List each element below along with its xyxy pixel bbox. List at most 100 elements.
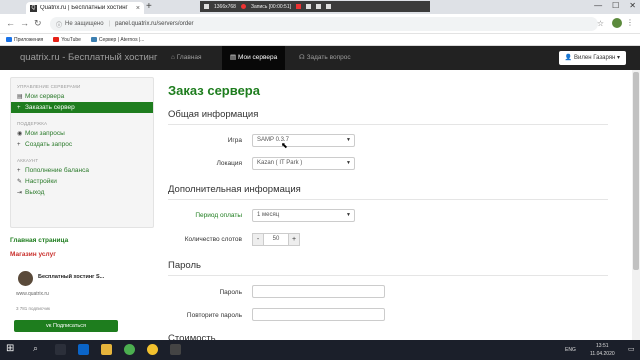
user-menu-button[interactable]: 👤 Вилен Газарян ▾ bbox=[558, 51, 626, 65]
tab-title: Quatrix.ru | Бесплатный хостинг bbox=[40, 5, 128, 11]
clock-time[interactable]: 13:51 bbox=[596, 343, 609, 349]
sidebar-item-label: Создать запрос bbox=[25, 141, 73, 148]
camera-icon[interactable] bbox=[316, 4, 322, 9]
nav-ask-label: Задать вопрос bbox=[306, 54, 351, 61]
edge-icon[interactable] bbox=[78, 344, 89, 355]
bookmark-apps[interactable]: Приложения bbox=[6, 37, 43, 43]
subscribe-button[interactable]: ᴠᴋ Подписаться bbox=[14, 320, 118, 332]
sidebar-heading-servers: УПРАВЛЕНИЕ СЕРВЕРАМИ bbox=[17, 84, 81, 89]
menu-kebab-icon[interactable]: ⋮ bbox=[626, 18, 634, 27]
sidebar-item-top-up[interactable]: + Пополнение баланса bbox=[11, 165, 153, 176]
back-arrow-icon[interactable]: ← bbox=[6, 18, 15, 28]
sidebar-item-logout[interactable]: ⇥ Выход bbox=[11, 187, 153, 198]
vk-community-widget: Бесплатный хостинг S... www.quatrix.ru 3… bbox=[10, 265, 140, 340]
language-indicator[interactable]: ENG bbox=[565, 347, 576, 353]
task-view-icon[interactable] bbox=[55, 344, 66, 355]
recorder-resolution: 1366x768 bbox=[214, 3, 236, 10]
section-password-heading: Пароль bbox=[168, 260, 201, 271]
sidebar-item-my-requests[interactable]: ◉ Мои запросы bbox=[11, 128, 153, 139]
bookmark-label: Приложения bbox=[14, 36, 44, 43]
location-select[interactable]: Kazan ( IT Park ) ▼ bbox=[252, 157, 355, 170]
community-subscribers: 3 781 подписчик bbox=[16, 306, 50, 311]
location-value: Kazan ( IT Park ) bbox=[257, 160, 303, 166]
sidebar-item-order-server[interactable]: + Заказать сервер bbox=[11, 102, 153, 113]
home-page-link[interactable]: Главная страница bbox=[10, 237, 68, 244]
sidebar-item-create-request[interactable]: + Создать запрос bbox=[11, 139, 153, 150]
game-select[interactable]: SAMP 0.3.7 ▼ bbox=[252, 134, 355, 147]
community-avatar[interactable] bbox=[18, 271, 33, 286]
caret-down-icon: ▼ bbox=[346, 137, 351, 143]
stop-icon[interactable] bbox=[296, 4, 302, 9]
clock-date[interactable]: 11.04.2020 bbox=[590, 351, 615, 357]
page-scrollbar[interactable] bbox=[632, 70, 640, 340]
caret-down-icon: ▾ bbox=[616, 55, 620, 61]
reload-icon[interactable]: ↻ bbox=[34, 18, 42, 29]
bookmark-youtube[interactable]: YouTube bbox=[53, 37, 81, 43]
period-select[interactable]: 1 месяц ▼ bbox=[252, 209, 355, 222]
password-label: Пароль bbox=[219, 289, 242, 296]
close-window-button[interactable]: ✕ bbox=[629, 1, 636, 10]
record-icon[interactable] bbox=[240, 4, 246, 9]
youtube-icon bbox=[53, 37, 60, 42]
community-site[interactable]: www.quatrix.ru bbox=[16, 291, 49, 297]
windows-start-icon[interactable]: ⊞ bbox=[6, 343, 14, 354]
sidebar: УПРАВЛЕНИЕ СЕРВЕРАМИ ▤ Мои сервера + Заказ… bbox=[10, 77, 154, 228]
yandex-icon[interactable] bbox=[147, 344, 158, 355]
sidebar-item-label: Мои сервера bbox=[25, 93, 65, 100]
aternos-icon bbox=[90, 37, 97, 42]
services-shop-link[interactable]: Магазин услуг bbox=[10, 251, 56, 258]
user-name: Вилен Газарян bbox=[574, 55, 616, 61]
headset-icon: ☊ bbox=[299, 54, 305, 61]
screen: Q Quatrix.ru | Бесплатный хостинг × + 13… bbox=[0, 0, 640, 360]
nav-my-servers[interactable]: ▤ Мои сервера bbox=[222, 46, 286, 70]
chrome-icon[interactable] bbox=[124, 344, 135, 355]
security-label: Не защищено bbox=[65, 21, 104, 27]
server-icon: ▤ bbox=[230, 54, 237, 61]
new-tab-button[interactable]: + bbox=[146, 2, 152, 12]
forward-arrow-icon[interactable]: → bbox=[20, 18, 29, 28]
slots-value[interactable]: 50 bbox=[264, 233, 288, 246]
file-explorer-icon[interactable] bbox=[101, 344, 112, 355]
close-tab-icon[interactable]: × bbox=[136, 5, 140, 12]
slots-stepper: - 50 + bbox=[252, 233, 300, 246]
nav-ask-question[interactable]: ☊ Задать вопрос bbox=[291, 46, 359, 70]
slots-plus-button[interactable]: + bbox=[288, 233, 300, 246]
divider bbox=[168, 275, 608, 276]
notification-icon[interactable]: ▭ bbox=[628, 345, 635, 353]
bookmark-aternos[interactable]: Сервер | Aternos |... bbox=[90, 37, 144, 43]
nav-home[interactable]: ⌂ Главная bbox=[163, 46, 210, 70]
site-brand[interactable]: quatrix.ru - Бесплатный хостинг bbox=[20, 52, 158, 63]
info-icon[interactable]: ⓘ bbox=[56, 20, 62, 29]
bookmark-label: YouTube bbox=[61, 36, 81, 43]
recorder-app-icon[interactable] bbox=[170, 344, 181, 355]
sidebar-item-label: Заказать сервер bbox=[25, 104, 75, 111]
period-label: Период оплаты bbox=[195, 212, 242, 219]
profile-avatar[interactable] bbox=[612, 18, 622, 28]
sidebar-item-settings[interactable]: ✎ Настройки bbox=[11, 176, 153, 187]
url-separator: | bbox=[108, 21, 111, 27]
minimize-button[interactable]: — bbox=[594, 1, 602, 10]
nav-home-label: Главная bbox=[176, 54, 202, 61]
sidebar-heading-account: АККАУНТ bbox=[17, 158, 39, 163]
slots-minus-button[interactable]: - bbox=[252, 233, 264, 246]
sidebar-item-my-servers[interactable]: ▤ Мои сервера bbox=[11, 91, 153, 102]
screen-recorder-bar: 1366x768 Запись [00:00:51] bbox=[200, 1, 430, 12]
password-input[interactable] bbox=[252, 285, 385, 298]
scrollbar-thumb[interactable] bbox=[633, 72, 639, 270]
windows-taskbar: ⊞ ⌕ ENG 13:51 11.04.2020 ▭ bbox=[0, 340, 640, 360]
sidebar-heading-support: ПОДДЕРЖКА bbox=[17, 121, 48, 126]
pause-icon[interactable] bbox=[306, 4, 312, 9]
browser-tab[interactable]: Q Quatrix.ru | Бесплатный хостинг × bbox=[26, 2, 144, 14]
pen-icon[interactable] bbox=[326, 4, 332, 9]
browser-tab-strip: Q Quatrix.ru | Бесплатный хостинг × + 13… bbox=[0, 0, 640, 14]
repeat-password-label: Повторите пароль bbox=[186, 312, 242, 319]
slots-label: Количество слотов bbox=[184, 236, 242, 243]
url-input[interactable]: ⓘ Не защищено | panel.quatrix.ru/servers… bbox=[50, 17, 598, 31]
search-icon[interactable]: ⌕ bbox=[33, 343, 38, 354]
repeat-password-input[interactable] bbox=[252, 308, 385, 321]
quatrix-favicon-icon: Q bbox=[30, 4, 37, 12]
community-name[interactable]: Бесплатный хостинг S... bbox=[38, 274, 104, 280]
maximize-button[interactable]: ☐ bbox=[612, 1, 619, 10]
caret-down-icon: ▼ bbox=[346, 160, 351, 166]
bookmark-star-icon[interactable]: ☆ bbox=[597, 19, 604, 28]
